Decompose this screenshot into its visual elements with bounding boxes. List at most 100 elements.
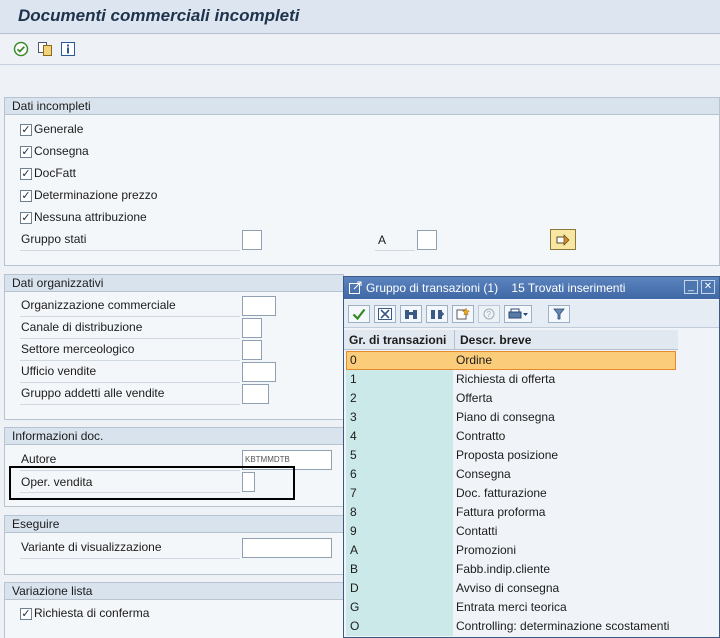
table-row-description[interactable]: Entrata merci teorica bbox=[454, 598, 676, 617]
highlight-frame bbox=[9, 466, 295, 500]
field-label-ufficio-vendite: Ufficio vendite bbox=[21, 364, 97, 378]
checkbox-consegna[interactable]: ✓ bbox=[20, 146, 32, 158]
field-label-gruppo-addetti: Gruppo addetti alle vendite bbox=[21, 386, 165, 400]
canale-distribuzione-input[interactable] bbox=[242, 318, 262, 338]
table-row-description[interactable]: Contatti bbox=[454, 522, 676, 541]
ufficio-vendite-input[interactable] bbox=[242, 362, 276, 382]
popup-toolbar: ? bbox=[344, 300, 719, 328]
group-title: Dati incompleti bbox=[5, 98, 719, 115]
field-label-settore-merceologico: Settore merceologico bbox=[21, 342, 135, 356]
multiple-selection-button[interactable] bbox=[550, 229, 576, 250]
svg-text:?: ? bbox=[487, 310, 492, 319]
checkbox-richiesta-conferma[interactable]: ✓ bbox=[20, 608, 32, 620]
table-row-code[interactable]: 0 bbox=[346, 351, 453, 370]
value-help-popup: Gruppo di transazioni (1) 15 Trovati ins… bbox=[343, 276, 720, 638]
confirm-icon[interactable] bbox=[348, 305, 370, 323]
popup-title: Gruppo di transazioni (1) bbox=[366, 281, 499, 295]
checkbox-label: Determinazione prezzo bbox=[34, 188, 158, 202]
checkbox-label: Nessuna attribuzione bbox=[34, 210, 147, 224]
organizzazione-commerciale-input[interactable] bbox=[242, 296, 276, 316]
arrow-right-icon bbox=[556, 233, 570, 246]
table-row-description[interactable]: Promozioni bbox=[454, 541, 676, 560]
table-row-description[interactable]: Proposta posizione bbox=[454, 446, 676, 465]
minimize-icon[interactable]: _ bbox=[684, 280, 698, 294]
table-row-code[interactable]: 6 bbox=[346, 465, 453, 484]
table-row-code[interactable]: 4 bbox=[346, 427, 453, 446]
checkbox-label: DocFatt bbox=[34, 166, 77, 180]
table-row-description[interactable]: Contratto bbox=[454, 427, 676, 446]
a-input[interactable] bbox=[417, 230, 437, 250]
table-row-code[interactable]: 3 bbox=[346, 408, 453, 427]
table-row-code[interactable]: 9 bbox=[346, 522, 453, 541]
checkbox-label: Generale bbox=[34, 122, 84, 136]
execute-icon[interactable] bbox=[13, 41, 29, 57]
table-row-description[interactable]: Avviso di consegna bbox=[454, 579, 676, 598]
table-row-code[interactable]: O bbox=[346, 617, 453, 636]
table-row-code[interactable]: 1 bbox=[346, 370, 453, 389]
group-title: Variazione lista bbox=[5, 583, 343, 600]
table-row-description[interactable]: Offerta bbox=[454, 389, 676, 408]
info-icon[interactable] bbox=[60, 41, 76, 57]
table-row-code[interactable]: 8 bbox=[346, 503, 453, 522]
label-underline bbox=[20, 558, 240, 559]
column-header-description[interactable]: Descr. breve bbox=[454, 330, 678, 350]
table-row-description[interactable]: Fattura proforma bbox=[454, 503, 676, 522]
label-underline bbox=[20, 316, 240, 317]
checkbox-determinazione-prezzo[interactable]: ✓ bbox=[20, 190, 32, 202]
get-variant-icon[interactable] bbox=[37, 41, 53, 57]
application-toolbar bbox=[0, 35, 720, 65]
checkbox-label: Consegna bbox=[34, 144, 89, 158]
label-underline bbox=[20, 250, 240, 251]
label-underline bbox=[20, 404, 240, 405]
checkbox-docfatt[interactable]: ✓ bbox=[20, 168, 32, 180]
checkbox-label: Richiesta di conferma bbox=[34, 606, 150, 620]
close-icon[interactable]: ✕ bbox=[701, 280, 715, 294]
table-row-description[interactable]: Fabb.indip.cliente bbox=[454, 560, 676, 579]
page-title: Documenti commerciali incompleti bbox=[18, 6, 300, 25]
label-underline bbox=[375, 250, 415, 251]
column-header-code[interactable]: Gr. di transazioni bbox=[344, 330, 454, 350]
group-title: Informazioni doc. bbox=[5, 428, 343, 445]
popup-found-count: 15 Trovati inserimenti bbox=[511, 281, 626, 295]
label-underline bbox=[20, 382, 240, 383]
table-row-code[interactable]: 2 bbox=[346, 389, 453, 408]
filter-icon[interactable] bbox=[548, 305, 570, 323]
field-label-canale-distribuzione: Canale di distribuzione bbox=[21, 320, 143, 334]
checkbox-generale[interactable]: ✓ bbox=[20, 124, 32, 136]
table-row-description[interactable]: Controlling: determinazione scostamenti bbox=[454, 617, 676, 636]
popup-title-bar[interactable]: Gruppo di transazioni (1) 15 Trovati ins… bbox=[344, 277, 719, 299]
group-title: Eseguire bbox=[5, 516, 343, 533]
table-row-code[interactable]: 5 bbox=[346, 446, 453, 465]
cancel-icon[interactable] bbox=[374, 305, 396, 323]
gruppo-stati-label: Gruppo stati bbox=[21, 232, 87, 246]
group-dati-incompleti: Dati incompleti bbox=[4, 97, 720, 266]
checkbox-nessuna-attribuzione[interactable]: ✓ bbox=[20, 212, 32, 224]
title-bar: Documenti commerciali incompleti bbox=[0, 0, 720, 34]
search-icon[interactable] bbox=[400, 305, 422, 323]
table-row-description[interactable]: Piano di consegna bbox=[454, 408, 676, 427]
new-icon[interactable] bbox=[452, 305, 474, 323]
group-title: Dati organizzativi bbox=[5, 275, 343, 292]
table-row-code[interactable]: 7 bbox=[346, 484, 453, 503]
table-row-code[interactable]: B bbox=[346, 560, 453, 579]
table-row-description[interactable]: Ordine bbox=[454, 351, 676, 370]
a-label: A bbox=[378, 233, 387, 247]
label-underline bbox=[20, 360, 240, 361]
variante-label: Variante di visualizzazione bbox=[21, 540, 162, 554]
search-in-list-icon[interactable] bbox=[426, 305, 448, 323]
settore-merceologico-input[interactable] bbox=[242, 340, 262, 360]
gruppo-stati-input[interactable] bbox=[242, 230, 262, 250]
table-row-description[interactable]: Richiesta di offerta bbox=[454, 370, 676, 389]
field-label-organizzazione-commerciale: Organizzazione commerciale bbox=[21, 298, 176, 312]
variante-input[interactable] bbox=[242, 538, 332, 558]
table-row-code[interactable]: D bbox=[346, 579, 453, 598]
table-row-description[interactable]: Consegna bbox=[454, 465, 676, 484]
label-underline bbox=[20, 338, 240, 339]
print-icon[interactable] bbox=[504, 305, 532, 323]
window-icon bbox=[349, 281, 362, 294]
table-row-code[interactable]: A bbox=[346, 541, 453, 560]
table-row-description[interactable]: Doc. fatturazione bbox=[454, 484, 676, 503]
gruppo-addetti-input[interactable] bbox=[242, 384, 269, 404]
help-icon[interactable]: ? bbox=[478, 305, 500, 323]
table-row-code[interactable]: G bbox=[346, 598, 453, 617]
